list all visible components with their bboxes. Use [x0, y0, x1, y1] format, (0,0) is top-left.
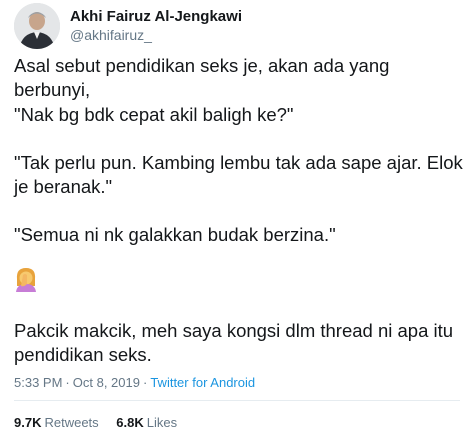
divider	[14, 400, 460, 401]
author-handle[interactable]: @akhifairuz_	[70, 26, 242, 44]
tweet-line-3a: "Tak perlu pun. Kambing lembu tak ada sa…	[14, 152, 463, 173]
tweet-line-4: "Semua ni nk galakkan budak berzina."	[14, 224, 336, 245]
retweets-count: 9.7K	[14, 415, 42, 430]
tweet-line-3b: je beranak."	[14, 176, 113, 197]
meta-separator-2: ·	[142, 375, 148, 390]
likes-count: 6.8K	[116, 415, 144, 430]
tweet-card: Akhi Fairuz Al-Jengkawi @akhifairuz_ Asa…	[0, 0, 474, 440]
retweets-label: Retweets	[44, 415, 99, 430]
avatar-photo-icon	[14, 3, 60, 49]
author-names: Akhi Fairuz Al-Jengkawi @akhifairuz_	[70, 7, 242, 44]
tweet-line-3: "Tak perlu pun. Kambing lembu tak ada sa…	[14, 151, 463, 199]
tweet-line-6a: Pakcik makcik, meh saya kongsi dlm threa…	[14, 320, 454, 341]
meta-separator: ·	[65, 375, 70, 390]
tweet-line-6b: pendidikan seks.	[14, 344, 152, 365]
tweet-stats: 9.7K Retweets 6.8K Likes	[14, 414, 191, 431]
author-display-name[interactable]: Akhi Fairuz Al-Jengkawi	[70, 7, 242, 26]
likes-stat[interactable]: 6.8K Likes	[116, 415, 177, 430]
retweets-stat[interactable]: 9.7K Retweets	[14, 415, 99, 430]
tweet-date[interactable]: Oct 8, 2019	[73, 375, 140, 390]
woman-facepalming-icon	[14, 266, 38, 292]
tweet-time[interactable]: 5:33 PM	[14, 375, 62, 390]
tweet-line-6: Pakcik makcik, meh saya kongsi dlm threa…	[14, 319, 453, 367]
avatar[interactable]	[14, 3, 60, 49]
tweet-meta: 5:33 PM · Oct 8, 2019 · Twitter for Android	[14, 374, 255, 391]
tweet-source-link[interactable]: Twitter for Android	[150, 375, 255, 390]
tweet-header: Akhi Fairuz Al-Jengkawi @akhifairuz_	[14, 3, 460, 49]
tweet-line-1: Asal sebut pendidikan seks je, akan ada …	[14, 55, 390, 100]
likes-label: Likes	[146, 415, 178, 430]
tweet-line-2: "Nak bg bdk cepat akil baligh ke?"	[14, 104, 294, 125]
